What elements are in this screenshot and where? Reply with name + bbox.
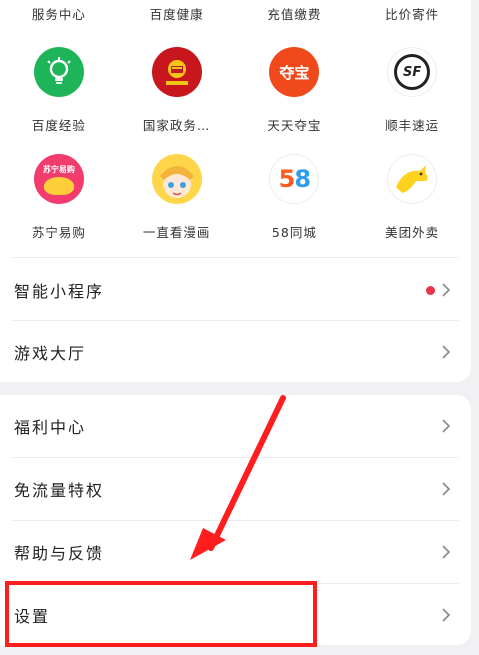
settings-highlight-box bbox=[5, 581, 317, 647]
annotation-arrow-icon bbox=[190, 395, 286, 560]
